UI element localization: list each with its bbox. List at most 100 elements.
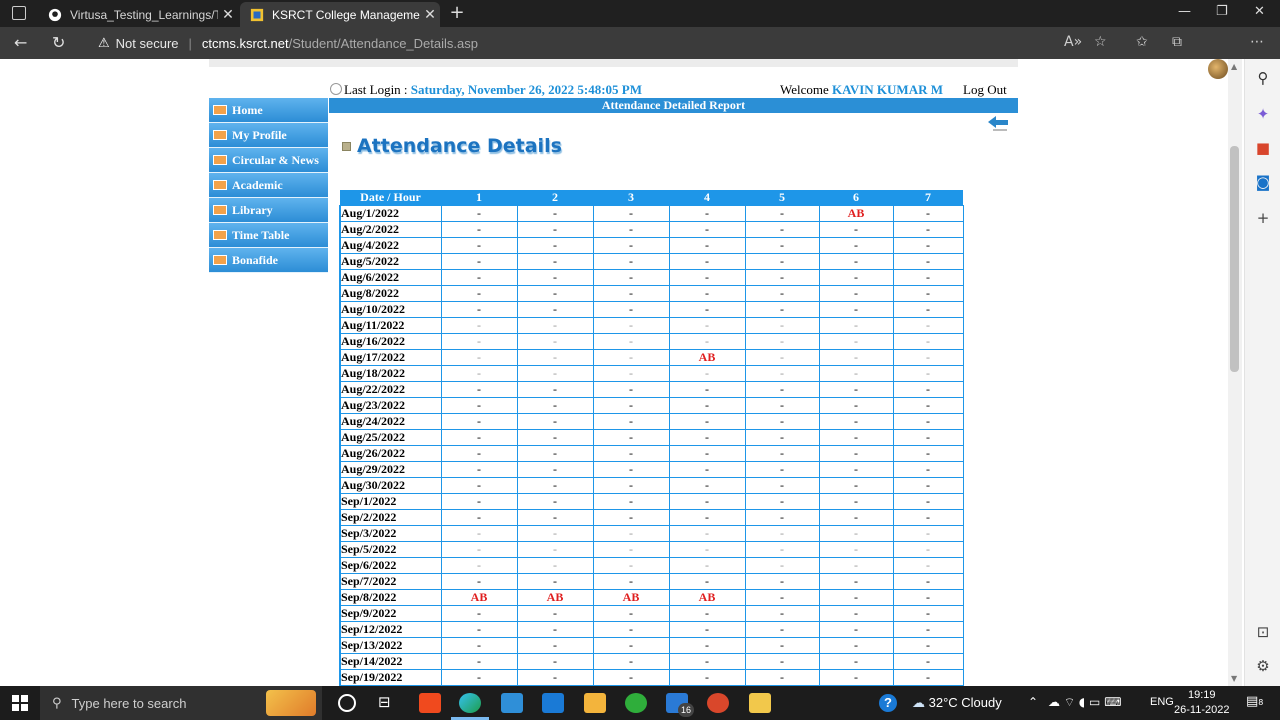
attendance-cell: - (744, 301, 820, 318)
attendance-cell: - (592, 637, 670, 654)
powerpoint-icon[interactable] (707, 693, 729, 713)
minimize-icon[interactable]: — (1178, 4, 1191, 19)
more-menu-icon[interactable]: ⋯ (1250, 34, 1264, 50)
office-icon[interactable]: ■ (1245, 139, 1280, 157)
attendance-cell: - (892, 269, 964, 286)
taskbar-search[interactable]: ⚲ Type here to search (40, 686, 322, 720)
weather-widget[interactable]: ☁ 32°C Cloudy (912, 695, 1002, 711)
menu-item-home[interactable]: Home (209, 98, 328, 123)
tray-icons[interactable]: ☁ ⌔ ◖ ▭ ⌨ (1048, 695, 1122, 710)
attendance-cell: - (516, 221, 594, 238)
back-arrow-icon[interactable] (987, 114, 1009, 132)
attendance-cell: - (516, 637, 594, 654)
menu-item-label: Bonafide (232, 252, 279, 267)
date-cell: Aug/29/2022 (339, 461, 442, 478)
table-row: Aug/23/2022- - - - - - - (339, 397, 964, 414)
attendance-cell: - (892, 285, 964, 302)
scroll-down-icon[interactable]: ▼ (1231, 674, 1237, 683)
attendance-cell: - (516, 557, 594, 574)
menu-item-time-table[interactable]: Time Table (209, 223, 328, 248)
settings-icon[interactable]: ⚙ (1245, 657, 1280, 675)
refresh-icon[interactable]: ↻ (52, 33, 65, 52)
menu-item-academic[interactable]: Academic (209, 173, 328, 198)
help-icon[interactable]: ? (879, 694, 897, 712)
attendance-cell: - (818, 365, 894, 382)
language-indicator[interactable]: ENG (1150, 696, 1174, 708)
table-row: Aug/25/2022- - - - - - - (339, 429, 964, 446)
scrollbar-thumb[interactable] (1230, 146, 1239, 372)
close-icon[interactable]: ✕ (420, 6, 440, 23)
attendance-cell: - (516, 541, 594, 558)
favorites-icon[interactable]: ✩ (1136, 34, 1148, 50)
table-row: Aug/30/2022- - - - - - - (339, 477, 964, 494)
attendance-cell: - (516, 301, 594, 318)
collections-icon[interactable]: ⧉ (1172, 34, 1182, 50)
menu-item-library[interactable]: Library (209, 198, 328, 223)
attendance-cell: - (668, 605, 746, 622)
taskbar-clock[interactable]: 19:19 26-11-2022 (1174, 688, 1229, 718)
favorite-add-icon[interactable]: ☆ (1094, 34, 1107, 50)
attendance-cell: - (892, 621, 964, 638)
mail-icon[interactable]: 16 (666, 693, 694, 717)
file-explorer-icon[interactable] (749, 693, 771, 713)
table-row: Aug/4/2022- - - - - - - (339, 237, 964, 254)
attendance-cell: - (440, 573, 518, 590)
attendance-cell: - (744, 253, 820, 270)
attendance-cell: - (592, 573, 670, 590)
menu-item-my-profile[interactable]: My Profile (209, 123, 328, 148)
attendance-cell: - (818, 349, 894, 366)
profile-avatar[interactable] (1208, 59, 1228, 79)
attendance-cell: - (668, 621, 746, 638)
back-icon[interactable]: ← (14, 33, 27, 52)
side-menu: Home My Profile Circular & News Academic Lib… (209, 98, 328, 273)
close-icon[interactable]: ✕ (218, 6, 238, 23)
read-aloud-icon[interactable]: A» (1064, 34, 1082, 50)
attendance-cell: - (668, 573, 746, 590)
menu-item-circular-news[interactable]: Circular & News (209, 148, 328, 173)
date-cell: Aug/24/2022 (339, 413, 442, 430)
url-field[interactable]: ⚠ Not secure | ctcms.ksrct.net /Student/… (92, 30, 1122, 56)
menu-item-bonafide[interactable]: Bonafide (209, 248, 328, 273)
discover-icon[interactable]: ✦ (1245, 105, 1280, 123)
attendance-cell: - (516, 653, 594, 670)
tab-ksrct[interactable]: KSRCT College Management Sys ✕ (240, 2, 440, 27)
scroll-up-icon[interactable]: ▲ (1231, 62, 1237, 71)
attendance-cell: - (668, 669, 746, 686)
vscode-icon[interactable] (542, 693, 564, 713)
outlook-icon[interactable]: ◙ (1245, 173, 1280, 191)
clock-time: 19:19 (1187, 689, 1216, 701)
app-icon[interactable] (501, 693, 523, 713)
table-row: Aug/26/2022- - - - - - - (339, 445, 964, 462)
attendance-cell: - (818, 477, 894, 494)
sidebar-layout-icon[interactable]: ⊡ (1245, 623, 1280, 641)
attendance-table: Date / Hour 1 2 3 4 5 6 7 Aug/1/2022- - - - - AB - Aug… (339, 190, 964, 686)
new-tab-button[interactable]: + (446, 2, 468, 24)
windows-start-icon[interactable] (12, 695, 28, 711)
close-window-icon[interactable]: ✕ (1254, 4, 1265, 19)
add-icon[interactable]: + (1245, 209, 1280, 227)
search-icon[interactable]: ⚲ (1245, 69, 1280, 87)
date-cell: Sep/9/2022 (339, 605, 442, 622)
last-login: Last Login : Saturday, November 26, 2022… (330, 82, 642, 98)
browser-tab-bar: Virtusa_Testing_Learnings/Testca ✕ KSRCT… (0, 0, 1280, 27)
github-icon (48, 8, 62, 21)
logout-link[interactable]: Log Out (963, 82, 1007, 98)
attendance-cell: - (592, 221, 670, 238)
tab-github[interactable]: Virtusa_Testing_Learnings/Testca ✕ (38, 2, 238, 27)
notification-icon[interactable]: ▤8 (1246, 694, 1263, 709)
cortana-icon[interactable] (338, 694, 356, 712)
attendance-cell: - (892, 205, 964, 222)
task-view-icon[interactable]: ⊟ (378, 693, 391, 711)
brave-icon[interactable] (419, 693, 441, 713)
tab-actions-icon[interactable] (12, 6, 26, 20)
table-row: Aug/29/2022- - - - - - - (339, 461, 964, 478)
show-hidden-icons-icon[interactable]: ⌃ (1028, 695, 1038, 709)
store-icon[interactable] (584, 693, 606, 713)
edge-icon[interactable] (459, 693, 481, 713)
attendance-cell: - (440, 621, 518, 638)
attendance-cell: - (440, 221, 518, 238)
xbox-icon[interactable] (625, 693, 647, 713)
date-cell: Aug/5/2022 (339, 253, 442, 270)
maximize-icon[interactable]: ❐ (1216, 4, 1228, 19)
attendance-cell: - (440, 445, 518, 462)
